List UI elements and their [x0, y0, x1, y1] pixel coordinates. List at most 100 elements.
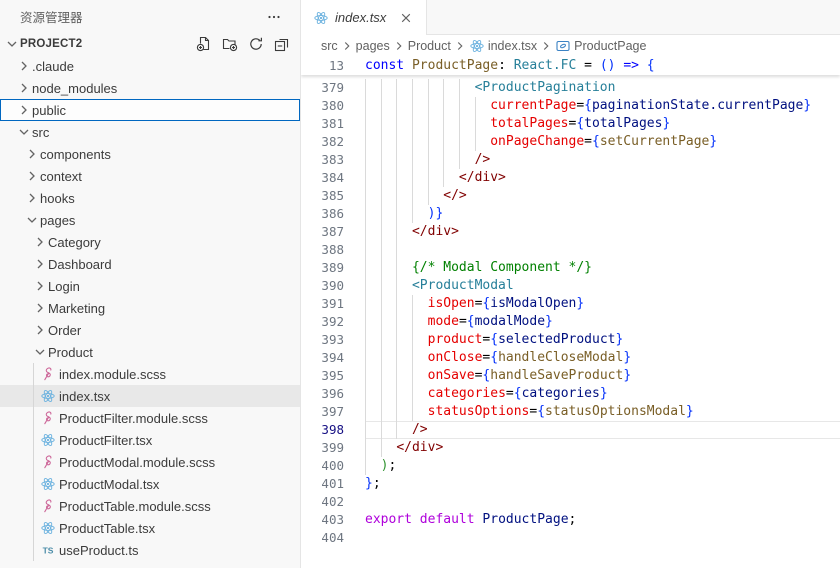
tree-item-components[interactable]: components [0, 143, 300, 165]
collapse-all-button[interactable] [272, 34, 292, 54]
line-content[interactable]: onPageChange={setCurrentPage} [365, 133, 840, 151]
breadcrumb-item-src[interactable]: src [321, 39, 338, 53]
tree-item-category[interactable]: Category [0, 231, 300, 253]
line-content[interactable] [365, 529, 840, 547]
line-content[interactable]: isOpen={isModalOpen} [365, 295, 840, 313]
line-content[interactable]: product={selectedProduct} [365, 331, 840, 349]
new-file-icon [196, 36, 212, 52]
line-content[interactable] [365, 493, 840, 511]
breadcrumb-label: index.tsx [487, 39, 538, 53]
react-icon [469, 38, 485, 54]
line-content[interactable]: export default ProductPage; [365, 511, 840, 529]
chevron-right-icon [24, 146, 40, 162]
chevron-right-icon [32, 234, 48, 250]
code-line-381: 381 totalPages={totalPages} [301, 115, 840, 133]
tree-item-productfilter-module-scss[interactable]: ProductFilter.module.scss [0, 407, 300, 429]
line-content[interactable]: const ProductPage: React.FC = () => { [365, 57, 840, 75]
breadcrumb-item-index-tsx[interactable]: index.tsx [469, 38, 537, 54]
tree-item--claude[interactable]: .claude [0, 55, 300, 77]
line-content[interactable]: currentPage={paginationState.currentPage… [365, 97, 840, 115]
line-number: 385 [321, 188, 344, 203]
line-content[interactable]: <ProductPagination [365, 79, 840, 97]
breadcrumb-separator-icon [340, 39, 354, 53]
breadcrumb-separator-icon [392, 39, 406, 53]
tree-item-pages[interactable]: pages [0, 209, 300, 231]
tree-item-order[interactable]: Order [0, 319, 300, 341]
more-actions-icon[interactable] [260, 7, 288, 27]
tree-item-productmodal-tsx[interactable]: ProductModal.tsx [0, 473, 300, 495]
tree-item-productfilter-tsx[interactable]: ProductFilter.tsx [0, 429, 300, 451]
code-line-401: 401}; [301, 475, 840, 493]
chevron-down-icon [16, 124, 32, 140]
ts-icon: TS [40, 542, 56, 558]
code-line-396: 396 categories={categories} [301, 385, 840, 403]
tree-item-label: .claude [32, 58, 74, 74]
breadcrumb-separator-icon [539, 39, 553, 53]
breadcrumb-label: src [321, 39, 338, 53]
editor-group: index.tsx src pages Product index.tsx Produc… [301, 0, 840, 568]
chevron-right-icon [16, 58, 32, 74]
line-content[interactable]: /> [365, 421, 840, 439]
tree-item-src[interactable]: src [0, 121, 300, 143]
line-content[interactable]: {/* Modal Component */} [365, 259, 840, 277]
line-content[interactable]: totalPages={totalPages} [365, 115, 840, 133]
project-section-header[interactable]: PROJECT2 [0, 33, 300, 55]
line-content[interactable]: statusOptions={statusOptionsModal} [365, 403, 840, 421]
tree-item-context[interactable]: context [0, 165, 300, 187]
line-content[interactable] [365, 241, 840, 259]
line-content[interactable]: <ProductModal [365, 277, 840, 295]
chevron-down-icon [4, 36, 20, 52]
tree-item-hooks[interactable]: hooks [0, 187, 300, 209]
line-content[interactable]: </div> [365, 439, 840, 457]
symbol-variable-icon [555, 38, 571, 54]
chevron-right-icon [32, 278, 48, 294]
line-number: 396 [321, 386, 344, 401]
refresh-button[interactable] [246, 34, 266, 54]
close-icon[interactable] [396, 8, 416, 28]
breadcrumb-item-product[interactable]: Product [408, 39, 451, 53]
sass-icon [40, 410, 56, 426]
tree-item-label: ProductModal.tsx [59, 476, 160, 492]
breadcrumb-item-pages[interactable]: pages [356, 39, 390, 53]
tree-item-label: src [32, 124, 50, 140]
code-editor[interactable]: 13 const ProductPage: React.FC = () => { … [301, 57, 840, 568]
tree-indent-guide [33, 363, 34, 561]
tree-item-label: pages [40, 212, 76, 228]
sticky-scroll-line[interactable]: 13 const ProductPage: React.FC = () => { [301, 57, 840, 75]
line-content[interactable]: </> [365, 187, 840, 205]
tree-item-label: ProductModal.module.scss [59, 454, 216, 470]
tab-index-tsx[interactable]: index.tsx [301, 0, 428, 35]
breadcrumb-label: Product [407, 39, 451, 53]
code-line-398: 398 /> [301, 421, 840, 439]
line-content[interactable]: }; [365, 475, 840, 493]
line-content[interactable]: mode={modalMode} [365, 313, 840, 331]
tree-item-label: Category [48, 234, 101, 250]
tree-item-marketing[interactable]: Marketing [0, 297, 300, 319]
line-content[interactable]: )} [365, 205, 840, 223]
tree-item-productmodal-module-scss[interactable]: ProductModal.module.scss [0, 451, 300, 473]
tree-item-login[interactable]: Login [0, 275, 300, 297]
line-content[interactable]: onClose={handleCloseModal} [365, 349, 840, 367]
tree-item-useproduct-ts[interactable]: TS useProduct.ts [0, 539, 300, 561]
collapse-all-icon [274, 36, 290, 52]
breadcrumb-item-productpage[interactable]: ProductPage [555, 38, 646, 54]
new-folder-button[interactable] [220, 34, 240, 54]
tree-item-product[interactable]: Product [0, 341, 300, 363]
tree-item-label: context [40, 168, 82, 184]
tree-item-index-module-scss[interactable]: index.module.scss [0, 363, 300, 385]
tree-item-dashboard[interactable]: Dashboard [0, 253, 300, 275]
tree-item-node-modules[interactable]: node_modules [0, 77, 300, 99]
line-content[interactable]: </div> [365, 223, 840, 241]
new-file-button[interactable] [194, 34, 214, 54]
tree-item-label: ProductTable.module.scss [59, 498, 211, 514]
tree-item-public[interactable]: public [0, 99, 300, 121]
line-content[interactable]: /> [365, 151, 840, 169]
line-content[interactable]: categories={categories} [365, 385, 840, 403]
line-content[interactable]: onSave={handleSaveProduct} [365, 367, 840, 385]
tree-item-producttable-module-scss[interactable]: ProductTable.module.scss [0, 495, 300, 517]
line-content[interactable]: ); [365, 457, 840, 475]
tree-item-index-tsx[interactable]: index.tsx [0, 385, 300, 407]
line-content[interactable]: </div> [365, 169, 840, 187]
tree-item-producttable-tsx[interactable]: ProductTable.tsx [0, 517, 300, 539]
code-line-389: 389 {/* Modal Component */} [301, 259, 840, 277]
